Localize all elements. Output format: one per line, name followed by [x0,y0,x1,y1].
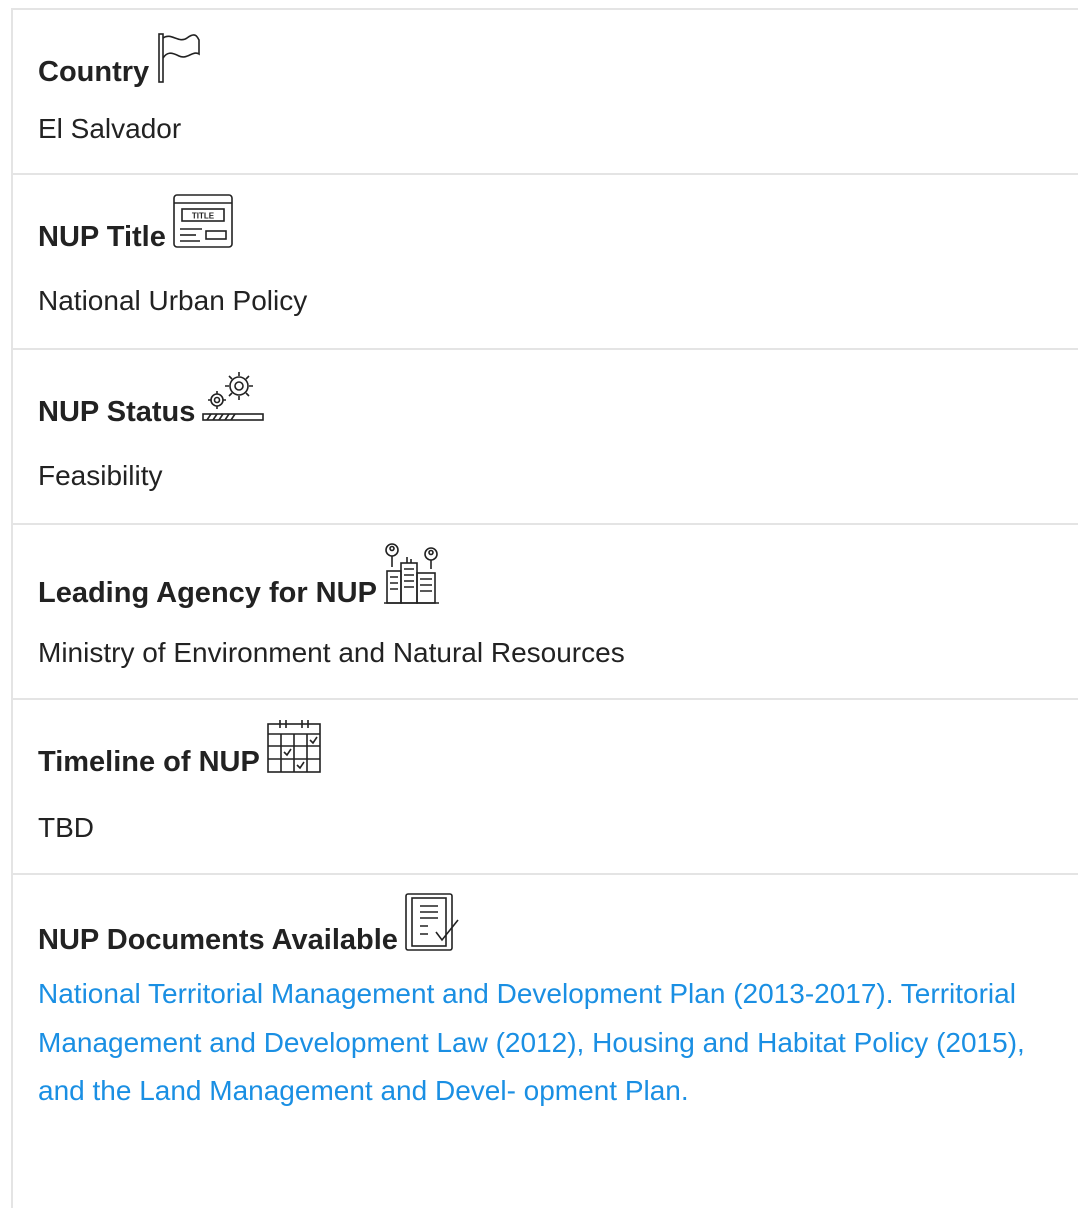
nup-title-label-line: NUP Title TITLE [38,193,234,254]
flag-icon [155,30,203,89]
nup-status-label-line: NUP Status [38,368,265,429]
leading-agency-label: Leading Agency for NUP [38,577,377,609]
country-value: El Salvador [38,113,182,144]
nup-title-row: NUP Title TITLE National Urban Policy [13,175,1078,350]
timeline-value: TBD [38,812,94,843]
country-row: Country El Salvador [13,10,1078,175]
leading-agency-label-line: Leading Agency for NUP [38,543,441,610]
nup-status-label: NUP Status [38,396,196,428]
documents-row: NUP Documents Available National Territo… [13,875,1078,1205]
country-label-line: Country [38,30,203,89]
documents-label: NUP Documents Available [38,924,398,956]
nup-title-value: National Urban Policy [38,285,308,316]
calendar-icon [266,718,322,779]
documents-link[interactable]: National Territorial Management and Deve… [38,970,1048,1116]
nup-status-value: Feasibility [38,460,163,491]
leading-agency-row: Leading Agency for NUP Ministry of Envir… [13,525,1078,700]
documents-label-line: NUP Documents Available [38,892,462,957]
timeline-row: Timeline of NUP TBD [13,700,1078,875]
city-agency-icon [383,543,441,610]
gears-progress-icon [201,368,265,429]
nup-info-card: Country El Salvador NUP Title TITLE Nati… [11,8,1078,1208]
nup-status-row: NUP Status Feasibility [13,350,1078,525]
nup-title-label: NUP Title [38,221,166,253]
timeline-label-line: Timeline of NUP [38,718,322,779]
svg-text:TITLE: TITLE [192,212,215,221]
leading-agency-value: Ministry of Environment and Natural Reso… [38,637,625,668]
timeline-label: Timeline of NUP [38,746,260,778]
document-check-icon [404,892,462,957]
country-label: Country [38,56,150,88]
title-icon: TITLE [172,193,234,254]
